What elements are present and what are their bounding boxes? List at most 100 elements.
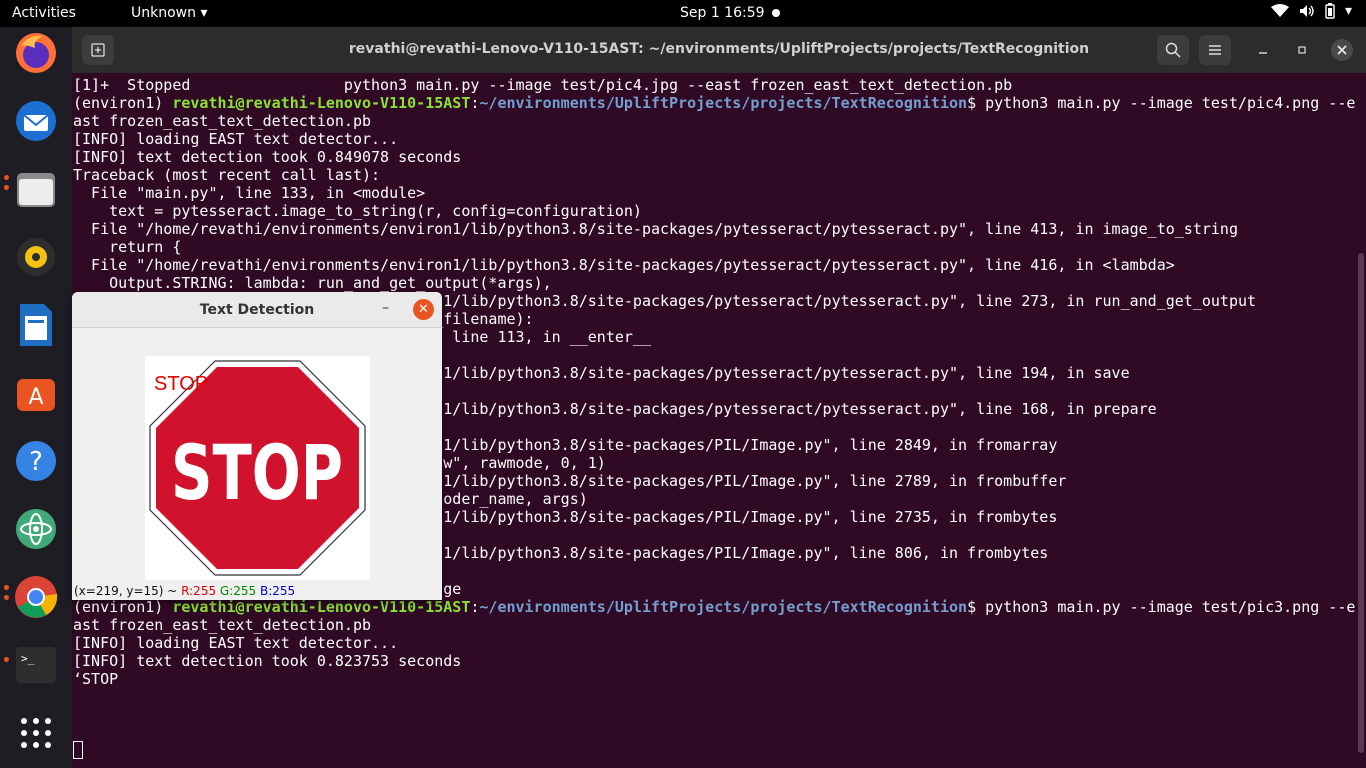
terminal-segment: File "/home/revathi/environments/environ… [73, 256, 1175, 274]
app-menu[interactable]: Unknown ▾ [131, 5, 207, 21]
running-indicator [4, 595, 9, 600]
terminal-segment: [1]+ Stopped python3 main.py --image tes… [73, 76, 1013, 94]
svg-text:>_: >_ [21, 652, 35, 665]
dock-app-grid[interactable] [12, 709, 60, 757]
terminal-header: revathi@revathi-Lenovo-V110-15AST: ~/env… [72, 27, 1366, 73]
help-icon: ? [16, 441, 56, 481]
terminal-segment: File "/home/revathi/environments/environ… [73, 220, 1238, 238]
terminal-line: File "/home/revathi/environments/environ… [73, 256, 1355, 274]
svg-text:A: A [28, 385, 43, 410]
app-grid-icon [21, 718, 51, 748]
search-button[interactable] [1157, 35, 1189, 65]
thunderbird-icon [16, 101, 56, 141]
dock-chrome[interactable] [12, 573, 60, 621]
top-bar: Activities Unknown ▾ Sep 1 16:59 ▾ [0, 0, 1366, 27]
terminal-segment: ~/environments/UpliftProjects/projects/T… [479, 598, 968, 616]
maximize-button[interactable] [1291, 39, 1313, 61]
terminal-segment: [INFO] loading EAST text detector... [73, 130, 399, 148]
system-menu[interactable]: ▾ [1270, 3, 1352, 19]
minimize-button[interactable] [1252, 39, 1274, 61]
terminal-segment: [INFO] text detection took 0.823753 seco… [73, 652, 462, 670]
dock-software[interactable]: A [12, 369, 60, 417]
dock-firefox[interactable] [12, 29, 60, 77]
text-detection-window[interactable]: Text Detection – ✕ STOP STOP (x=219, y=1… [72, 292, 442, 600]
dock-thunderbird[interactable] [12, 97, 60, 145]
terminal-line: [INFO] loading EAST text detector... [73, 130, 1355, 148]
terminal-cursor [73, 741, 83, 759]
caret-down-icon: ▾ [1344, 3, 1352, 19]
dialog-minimize-button[interactable]: – [382, 300, 389, 316]
terminal-line: [1]+ Stopped python3 main.py --image tes… [73, 76, 1355, 94]
terminal-line: text = pytesseract.image_to_string(r, co… [73, 202, 1355, 220]
clock[interactable]: Sep 1 16:59 [680, 5, 765, 21]
image-canvas[interactable]: STOP STOP [145, 356, 370, 580]
status-blue: B:255 [260, 584, 296, 598]
terminal-line: (environ1) revathi@revathi-Lenovo-V110-1… [73, 94, 1355, 112]
dock-writer[interactable] [12, 301, 60, 349]
terminal-icon: >_ [16, 647, 56, 683]
scrollbar[interactable] [1358, 253, 1364, 753]
menu-button[interactable] [1199, 35, 1231, 65]
dock-atom[interactable] [12, 505, 60, 553]
terminal-segment: $ python3 main.py --image test/pic4.png … [967, 94, 1356, 112]
terminal-segment: text = pytesseract.image_to_string(r, co… [73, 202, 642, 220]
overlay-label: STOP [154, 373, 208, 395]
terminal-segment: ast frozen_east_text_detection.pb [73, 112, 372, 130]
close-icon [1337, 45, 1347, 55]
terminal-segment: ~/environments/UpliftProjects/projects/T… [479, 94, 968, 112]
running-indicator [4, 657, 9, 662]
dialog-status-bar: (x=219, y=15) ~ R:255 G:255 B:255 [74, 584, 295, 598]
notification-dot [772, 9, 780, 17]
firefox-icon [16, 33, 56, 73]
terminal-segment: revathi@revathi-Lenovo-V110-15AST [172, 94, 471, 112]
terminal-line: Output.STRING: lambda: run_and_get_outpu… [73, 274, 1355, 292]
running-indicator [4, 175, 9, 180]
terminal-segment: ‘STOP [73, 670, 119, 688]
terminal-line: File "/home/revathi/environments/environ… [73, 220, 1355, 238]
terminal-line: (environ1) revathi@revathi-Lenovo-V110-1… [73, 598, 1355, 616]
dialog-close-button[interactable]: ✕ [413, 299, 434, 320]
terminal-line: File "main.py", line 133, in <module> [73, 184, 1355, 202]
terminal-segment: [INFO] text detection took 0.849078 seco… [73, 148, 462, 166]
running-indicator [4, 185, 9, 190]
sign-text: STOP [171, 428, 343, 517]
svg-text:?: ? [29, 447, 43, 477]
dock-rhythmbox[interactable] [12, 233, 60, 281]
search-icon [1165, 42, 1181, 58]
activities-button[interactable]: Activities [12, 5, 76, 21]
terminal-line: return { [73, 238, 1355, 256]
dock-help[interactable]: ? [12, 437, 60, 485]
app-menu-label: Unknown [131, 5, 196, 21]
terminal-segment: revathi@revathi-Lenovo-V110-15AST [172, 598, 471, 616]
terminal-segment: Output.STRING: lambda: run_and_get_outpu… [73, 274, 552, 292]
rhythmbox-icon [17, 238, 55, 276]
maximize-icon [1298, 46, 1306, 54]
terminal-line: ast frozen_east_text_detection.pb [73, 616, 1355, 634]
terminal-line: ast frozen_east_text_detection.pb [73, 112, 1355, 130]
atom-icon [16, 509, 56, 549]
files-icon [17, 173, 55, 207]
wifi-icon [1270, 4, 1289, 18]
terminal-segment: (environ1) [73, 94, 173, 112]
dock-files[interactable] [12, 165, 60, 213]
status-coords: (x=219, y=15) ~ [74, 584, 182, 598]
terminal-line: [INFO] text detection took 0.849078 seco… [73, 148, 1355, 166]
terminal-line: Traceback (most recent call last): [73, 166, 1355, 184]
dialog-header[interactable]: Text Detection – ✕ [72, 292, 442, 328]
close-button[interactable] [1331, 39, 1353, 61]
software-icon: A [17, 379, 55, 411]
terminal-segment: [INFO] loading EAST text detector... [73, 634, 399, 652]
terminal-segment: File "main.py", line 133, in <module> [73, 184, 426, 202]
hamburger-icon [1209, 45, 1221, 55]
terminal-line: [INFO] text detection took 0.823753 seco… [73, 652, 1355, 670]
volume-icon [1299, 4, 1315, 18]
dock-terminal[interactable]: >_ [12, 641, 60, 689]
chrome-icon [15, 576, 58, 618]
terminal-line: ‘STOP [73, 670, 1355, 688]
terminal-segment: $ python3 main.py --image test/pic3.png … [967, 598, 1356, 616]
status-red: R:255 [181, 584, 217, 598]
running-indicator [4, 585, 9, 590]
terminal-line: [INFO] loading EAST text detector... [73, 634, 1355, 652]
battery-icon [1325, 3, 1335, 19]
terminal-segment: ast frozen_east_text_detection.pb [73, 616, 372, 634]
